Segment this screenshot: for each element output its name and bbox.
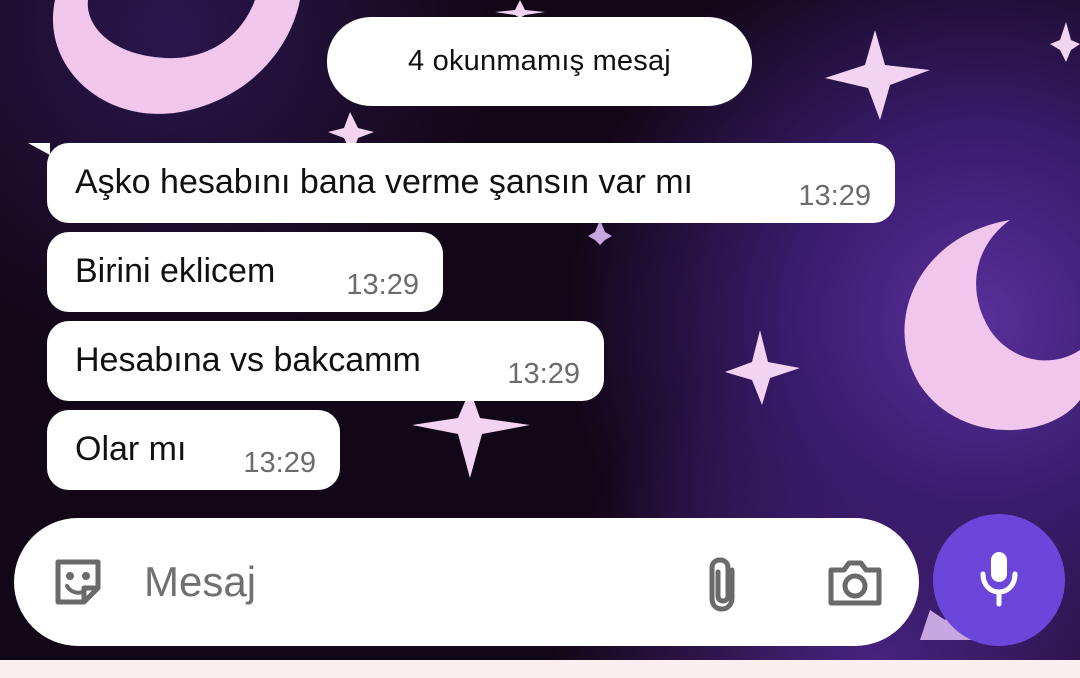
bubble-tail: [28, 143, 50, 155]
star-shape: [495, 0, 545, 18]
star-shape: [412, 390, 530, 478]
star-shape: [1050, 22, 1080, 62]
sticker-icon[interactable]: [50, 554, 106, 615]
moon-shape: [52, 0, 301, 114]
message-text: Birini eklicem: [75, 252, 276, 290]
bottom-strip: [0, 660, 1080, 678]
message-time: 13:29: [346, 269, 419, 301]
message-bubble[interactable]: Birini eklicem 13:29: [47, 232, 443, 312]
message-time: 13:29: [507, 358, 580, 390]
message-time: 13:29: [243, 447, 316, 479]
star-shape: [725, 330, 800, 405]
message-time: 13:29: [798, 180, 871, 212]
message-input[interactable]: Mesaj: [144, 558, 256, 606]
message-bubble[interactable]: Hesabına vs bakcamm 13:29: [47, 321, 604, 401]
camera-icon[interactable]: [826, 558, 884, 613]
voice-record-button[interactable]: [933, 514, 1065, 646]
message-text: Hesabına vs bakcamm: [75, 341, 421, 379]
unread-banner-label: 4 okunmamış mesaj: [408, 45, 671, 77]
message-composer: Mesaj: [14, 518, 919, 646]
attach-icon[interactable]: [702, 554, 746, 619]
star-shape: [588, 220, 612, 245]
message-text: Olar mı: [75, 430, 187, 468]
star-shape: [825, 30, 930, 120]
message-text: Aşko hesabını bana verme şansın var mı: [75, 163, 693, 201]
unread-messages-banner: 4 okunmamış mesaj: [327, 17, 752, 106]
mic-icon: [977, 548, 1021, 613]
message-bubble[interactable]: Olar mı 13:29: [47, 410, 340, 490]
moon-shape: [904, 220, 1080, 431]
message-bubble[interactable]: Aşko hesabını bana verme şansın var mı 1…: [47, 143, 895, 223]
